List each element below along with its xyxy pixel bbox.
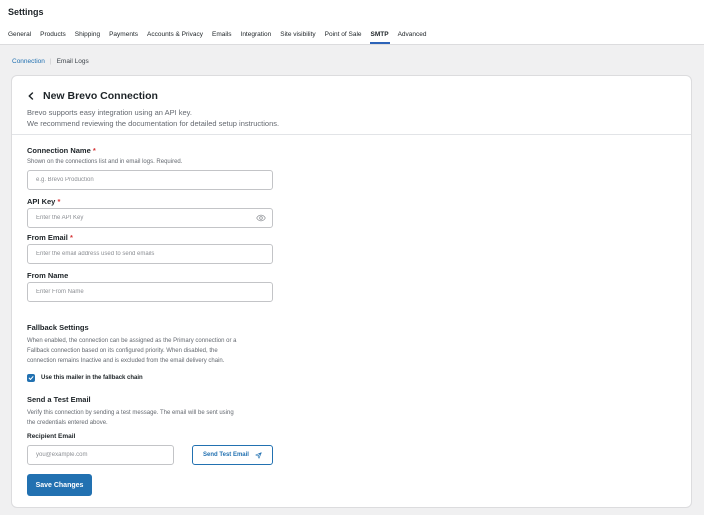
chevron-left-icon (28, 92, 34, 100)
test-email-title: Send a Test Email (27, 395, 91, 404)
connection-name-label: Connection Name * (27, 146, 96, 155)
tab-emails[interactable]: Emails (212, 31, 232, 44)
tab-payments[interactable]: Payments (109, 31, 138, 44)
card-description-line: Brevo supports easy integration using an… (27, 108, 192, 117)
card-description: Brevo supports easy integration using an… (27, 107, 279, 129)
tab-point-of-sale[interactable]: Point of Sale (325, 31, 362, 44)
required-marker: * (69, 233, 73, 242)
tab-site-visibility[interactable]: Site visibility (280, 31, 315, 44)
from-name-label: From Name (27, 271, 69, 280)
recipient-email-input[interactable] (27, 445, 174, 465)
smtp-subnav: Connection | Email Logs (12, 58, 89, 65)
page-title: Settings (8, 7, 44, 17)
fallback-settings-title: Fallback Settings (27, 323, 89, 332)
subnav-email-logs-link[interactable]: Email Logs (57, 58, 89, 65)
test-email-description-line: Verify this connection by sending a test… (27, 410, 234, 416)
tab-products[interactable]: Products (40, 31, 66, 44)
from-email-input[interactable] (27, 244, 273, 264)
tab-smtp[interactable]: SMTP (369, 31, 390, 44)
tab-accounts-privacy[interactable]: Accounts & Privacy (147, 31, 203, 44)
save-changes-button[interactable]: Save Changes (27, 474, 92, 496)
paper-plane-icon (255, 451, 262, 459)
tab-shipping[interactable]: Shipping (75, 31, 100, 44)
settings-tabs: General Products Shipping Payments Accou… (8, 31, 435, 44)
send-test-email-label: Send Test Email (203, 452, 249, 458)
tab-advanced[interactable]: Advanced (398, 31, 427, 44)
tab-general[interactable]: General (8, 31, 31, 44)
connection-name-hint: Shown on the connections list and in ema… (27, 159, 183, 165)
connection-card: New Brevo Connection Brevo supports easy… (11, 75, 692, 508)
fallback-checkbox-row[interactable]: Use this mailer in the fallback chain (27, 374, 143, 382)
from-email-label: From Email * (27, 233, 73, 242)
fallback-checkbox-label: Use this mailer in the fallback chain (41, 375, 143, 381)
fallback-checkbox[interactable] (27, 374, 35, 382)
connection-name-input[interactable] (27, 170, 273, 190)
test-email-description: Verify this connection by sending a test… (27, 408, 285, 428)
fallback-description-line: When enabled, the connection can be assi… (27, 338, 237, 344)
tab-integration[interactable]: Integration (241, 31, 272, 44)
recipient-email-label: Recipient Email (27, 433, 76, 440)
fallback-description: When enabled, the connection can be assi… (27, 336, 285, 366)
from-name-input[interactable] (27, 282, 273, 302)
required-marker: * (92, 146, 96, 155)
fallback-description-line: Fallback connection based on its configu… (27, 348, 218, 354)
eye-icon[interactable] (256, 214, 266, 222)
back-button[interactable]: New Brevo Connection (27, 90, 158, 102)
subnav-connection-link[interactable]: Connection (12, 58, 45, 65)
card-description-line: We recommend reviewing the documentation… (27, 119, 280, 128)
api-key-input[interactable] (27, 208, 273, 228)
required-marker: * (57, 197, 61, 206)
card-title: New Brevo Connection (43, 90, 158, 102)
card-header: New Brevo Connection Brevo supports easy… (12, 76, 691, 135)
api-key-label: API Key * (27, 197, 61, 206)
subnav-separator: | (49, 58, 52, 65)
check-icon (28, 376, 34, 380)
top-bar: Settings General Products Shipping Payme… (0, 0, 704, 45)
send-test-email-button[interactable]: Send Test Email (192, 445, 273, 465)
fallback-description-line: connection remains Inactive and is exclu… (27, 358, 225, 364)
test-email-description-line: the credentials entered above. (27, 420, 108, 426)
